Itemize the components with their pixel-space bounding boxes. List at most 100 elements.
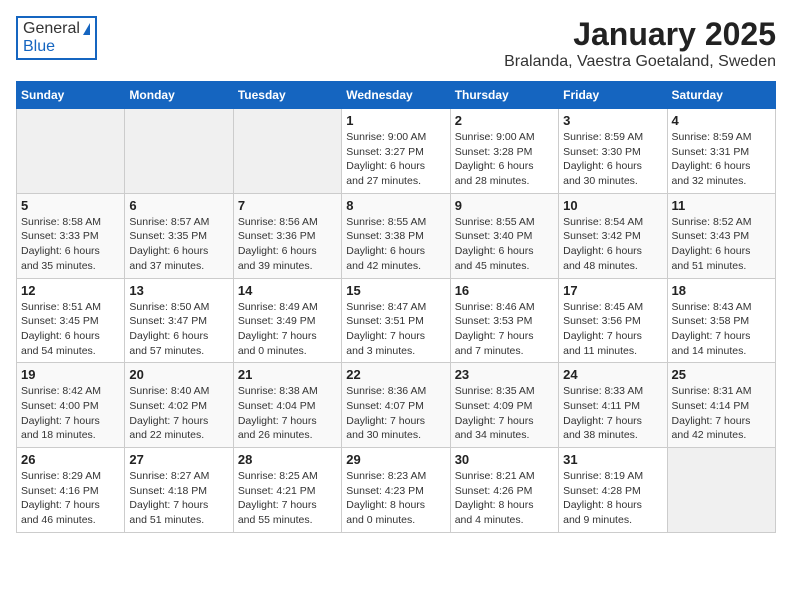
cell-text: and 46 minutes.: [21, 513, 120, 528]
day-number: 8: [346, 198, 445, 213]
cell-text: Sunrise: 8:27 AM: [129, 469, 228, 484]
cell-text: and 42 minutes.: [346, 259, 445, 274]
calendar-cell: 6Sunrise: 8:57 AMSunset: 3:35 PMDaylight…: [125, 193, 233, 278]
cell-text: and 26 minutes.: [238, 428, 337, 443]
day-number: 13: [129, 283, 228, 298]
cell-text: and 32 minutes.: [672, 174, 771, 189]
cell-text: and 54 minutes.: [21, 344, 120, 359]
calendar-cell: 4Sunrise: 8:59 AMSunset: 3:31 PMDaylight…: [667, 109, 775, 194]
cell-text: Daylight: 7 hours: [455, 329, 554, 344]
cell-text: and 14 minutes.: [672, 344, 771, 359]
cell-text: Sunrise: 8:49 AM: [238, 300, 337, 315]
cell-text: Sunset: 4:07 PM: [346, 399, 445, 414]
cell-text: Daylight: 8 hours: [455, 498, 554, 513]
cell-text: Sunset: 3:35 PM: [129, 229, 228, 244]
cell-text: Sunrise: 8:31 AM: [672, 384, 771, 399]
cell-text: Sunset: 3:27 PM: [346, 145, 445, 160]
cell-text: Sunrise: 8:55 AM: [346, 215, 445, 230]
cell-text: Daylight: 7 hours: [346, 329, 445, 344]
calendar-cell: 13Sunrise: 8:50 AMSunset: 3:47 PMDayligh…: [125, 278, 233, 363]
cell-text: and 37 minutes.: [129, 259, 228, 274]
cell-text: Sunset: 4:09 PM: [455, 399, 554, 414]
calendar-cell: 21Sunrise: 8:38 AMSunset: 4:04 PMDayligh…: [233, 363, 341, 448]
day-number: 19: [21, 367, 120, 382]
cell-text: Sunset: 3:51 PM: [346, 314, 445, 329]
cell-text: Daylight: 6 hours: [563, 244, 662, 259]
cell-text: Sunset: 4:02 PM: [129, 399, 228, 414]
calendar-cell: 3Sunrise: 8:59 AMSunset: 3:30 PMDaylight…: [559, 109, 667, 194]
logo-general: General: [23, 20, 80, 38]
cell-text: Sunrise: 8:38 AM: [238, 384, 337, 399]
cell-text: Sunrise: 8:21 AM: [455, 469, 554, 484]
cell-text: Sunrise: 8:40 AM: [129, 384, 228, 399]
cell-text: and 35 minutes.: [21, 259, 120, 274]
cell-text: Daylight: 6 hours: [346, 159, 445, 174]
cell-text: Daylight: 7 hours: [238, 329, 337, 344]
cell-text: Daylight: 7 hours: [21, 414, 120, 429]
cell-text: and 22 minutes.: [129, 428, 228, 443]
day-number: 14: [238, 283, 337, 298]
calendar-cell: 22Sunrise: 8:36 AMSunset: 4:07 PMDayligh…: [342, 363, 450, 448]
cell-text: Sunrise: 8:43 AM: [672, 300, 771, 315]
day-number: 28: [238, 452, 337, 467]
cell-text: Daylight: 7 hours: [129, 498, 228, 513]
cell-text: Sunrise: 8:23 AM: [346, 469, 445, 484]
day-number: 10: [563, 198, 662, 213]
day-number: 16: [455, 283, 554, 298]
calendar-cell: 24Sunrise: 8:33 AMSunset: 4:11 PMDayligh…: [559, 363, 667, 448]
calendar-cell: 10Sunrise: 8:54 AMSunset: 3:42 PMDayligh…: [559, 193, 667, 278]
calendar-header: SundayMondayTuesdayWednesdayThursdayFrid…: [17, 82, 776, 109]
cell-text: Daylight: 8 hours: [346, 498, 445, 513]
day-number: 3: [563, 113, 662, 128]
cell-text: Daylight: 6 hours: [672, 244, 771, 259]
day-number: 25: [672, 367, 771, 382]
cell-text: Sunrise: 8:29 AM: [21, 469, 120, 484]
cell-text: Sunset: 3:38 PM: [346, 229, 445, 244]
cell-text: Sunset: 4:23 PM: [346, 484, 445, 499]
day-number: 24: [563, 367, 662, 382]
cell-text: Daylight: 7 hours: [563, 414, 662, 429]
cell-text: Sunrise: 8:57 AM: [129, 215, 228, 230]
day-number: 27: [129, 452, 228, 467]
cell-text: and 0 minutes.: [346, 513, 445, 528]
day-of-week-header: Friday: [559, 82, 667, 109]
cell-text: Daylight: 6 hours: [238, 244, 337, 259]
day-number: 21: [238, 367, 337, 382]
month-title: January 2025: [504, 16, 776, 53]
calendar-cell: [125, 109, 233, 194]
cell-text: and 0 minutes.: [238, 344, 337, 359]
calendar-week-row: 26Sunrise: 8:29 AMSunset: 4:16 PMDayligh…: [17, 448, 776, 533]
day-number: 5: [21, 198, 120, 213]
cell-text: and 27 minutes.: [346, 174, 445, 189]
cell-text: Sunrise: 8:45 AM: [563, 300, 662, 315]
calendar-cell: 19Sunrise: 8:42 AMSunset: 4:00 PMDayligh…: [17, 363, 125, 448]
cell-text: Sunrise: 8:46 AM: [455, 300, 554, 315]
cell-text: Sunrise: 8:58 AM: [21, 215, 120, 230]
calendar-cell: 23Sunrise: 8:35 AMSunset: 4:09 PMDayligh…: [450, 363, 558, 448]
cell-text: and 48 minutes.: [563, 259, 662, 274]
cell-text: Sunset: 4:00 PM: [21, 399, 120, 414]
day-number: 12: [21, 283, 120, 298]
cell-text: and 51 minutes.: [129, 513, 228, 528]
calendar-cell: 25Sunrise: 8:31 AMSunset: 4:14 PMDayligh…: [667, 363, 775, 448]
cell-text: and 39 minutes.: [238, 259, 337, 274]
calendar-cell: 27Sunrise: 8:27 AMSunset: 4:18 PMDayligh…: [125, 448, 233, 533]
day-of-week-header: Thursday: [450, 82, 558, 109]
cell-text: Sunset: 4:14 PM: [672, 399, 771, 414]
location-title: Bralanda, Vaestra Goetaland, Sweden: [504, 53, 776, 71]
cell-text: Sunset: 3:43 PM: [672, 229, 771, 244]
cell-text: and 55 minutes.: [238, 513, 337, 528]
calendar-cell: 1Sunrise: 9:00 AMSunset: 3:27 PMDaylight…: [342, 109, 450, 194]
cell-text: and 4 minutes.: [455, 513, 554, 528]
cell-text: Sunset: 4:04 PM: [238, 399, 337, 414]
cell-text: Daylight: 7 hours: [346, 414, 445, 429]
calendar-week-row: 12Sunrise: 8:51 AMSunset: 3:45 PMDayligh…: [17, 278, 776, 363]
day-number: 1: [346, 113, 445, 128]
cell-text: Sunrise: 8:33 AM: [563, 384, 662, 399]
title-area: January 2025 Bralanda, Vaestra Goetaland…: [504, 16, 776, 71]
day-of-week-header: Sunday: [17, 82, 125, 109]
cell-text: Sunset: 3:56 PM: [563, 314, 662, 329]
calendar-cell: 26Sunrise: 8:29 AMSunset: 4:16 PMDayligh…: [17, 448, 125, 533]
day-number: 4: [672, 113, 771, 128]
cell-text: Sunrise: 8:55 AM: [455, 215, 554, 230]
